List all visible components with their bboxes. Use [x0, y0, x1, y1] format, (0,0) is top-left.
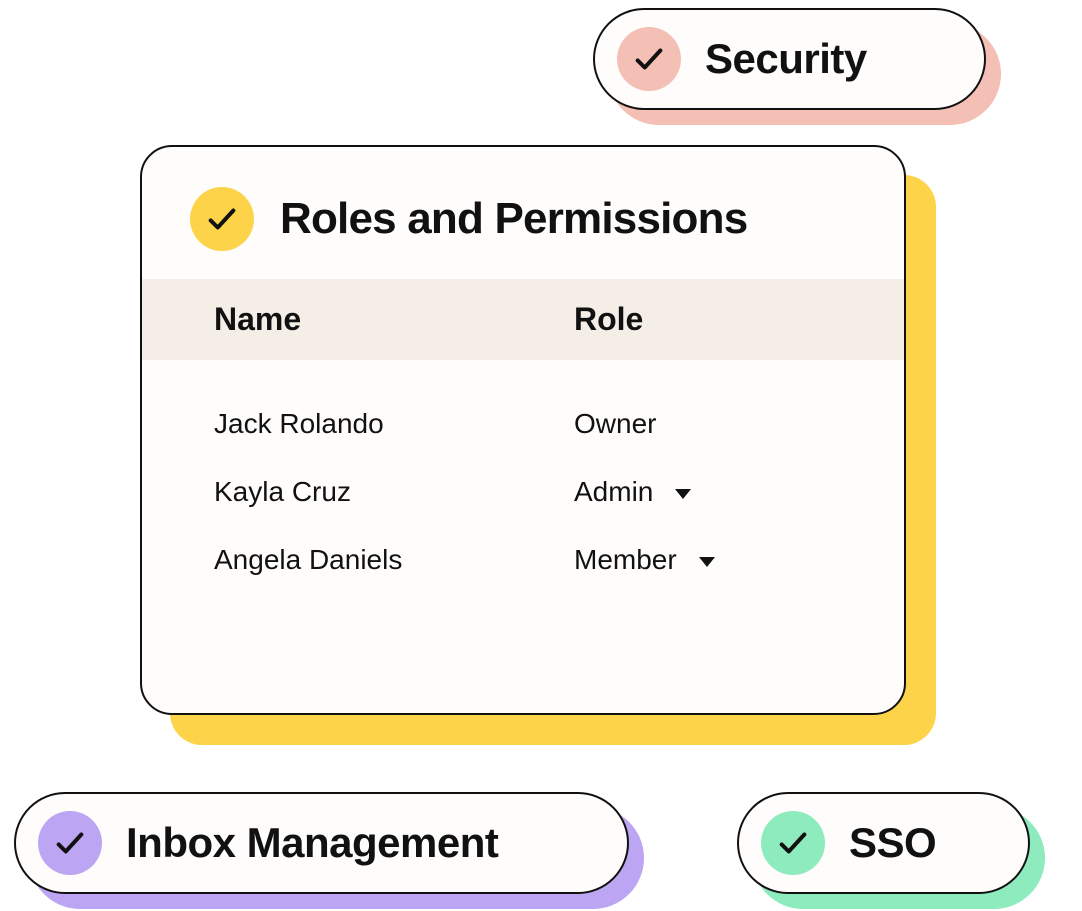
check-icon — [617, 27, 681, 91]
role-label: Owner — [574, 408, 656, 440]
inbox-pill-label: Inbox Management — [126, 819, 498, 867]
role-dropdown[interactable]: Admin — [574, 476, 691, 508]
user-name: Angela Daniels — [214, 544, 574, 576]
check-icon — [38, 811, 102, 875]
sso-pill-label: SSO — [849, 819, 936, 867]
user-name: Jack Rolando — [214, 408, 574, 440]
column-header-name: Name — [214, 301, 574, 338]
roles-permissions-card: Roles and Permissions Name Role Jack Rol… — [140, 145, 906, 715]
security-pill[interactable]: Security — [593, 8, 986, 110]
table-header: Name Role — [142, 279, 904, 360]
role-label: Admin — [574, 476, 653, 508]
check-icon — [761, 811, 825, 875]
table-body: Jack Rolando Owner Kayla Cruz Admin Ange… — [142, 360, 904, 594]
check-icon — [190, 187, 254, 251]
column-header-role: Role — [574, 301, 832, 338]
table-row: Jack Rolando Owner — [214, 390, 832, 458]
chevron-down-icon — [675, 489, 691, 499]
inbox-management-pill[interactable]: Inbox Management — [14, 792, 629, 894]
table-row: Kayla Cruz Admin — [214, 458, 832, 526]
role-label: Member — [574, 544, 677, 576]
card-title: Roles and Permissions — [280, 194, 747, 244]
card-header: Roles and Permissions — [142, 147, 904, 279]
security-pill-label: Security — [705, 35, 867, 83]
table-row: Angela Daniels Member — [214, 526, 832, 594]
chevron-down-icon — [699, 557, 715, 567]
role-dropdown[interactable]: Member — [574, 544, 715, 576]
user-role: Owner — [574, 408, 656, 440]
user-name: Kayla Cruz — [214, 476, 574, 508]
sso-pill[interactable]: SSO — [737, 792, 1030, 894]
